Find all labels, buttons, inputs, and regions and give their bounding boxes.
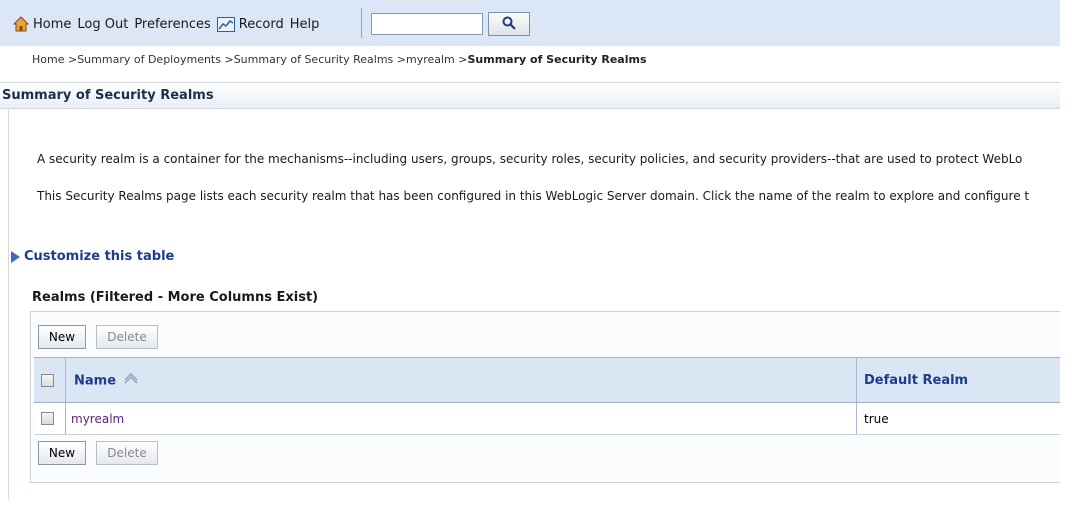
search-input[interactable] [371, 13, 483, 35]
realm-name-link[interactable]: myrealm [71, 412, 124, 426]
logout-link[interactable]: Log Out [77, 17, 128, 32]
home-icon [12, 16, 30, 32]
table-header-row: Name Default Realm [34, 357, 1060, 403]
customize-table-toggle[interactable]: Customize this table [11, 249, 175, 264]
realms-table-title: Realms (Filtered - More Columns Exist) [32, 290, 319, 305]
breadcrumb: Home >Summary of Deployments >Summary of… [32, 53, 647, 66]
column-header-default-realm[interactable]: Default Realm [864, 373, 968, 388]
column-divider [856, 403, 857, 434]
breadcrumb-deployments[interactable]: Summary of Deployments > [77, 53, 233, 66]
new-button-top[interactable]: New [38, 325, 86, 349]
new-button-bottom[interactable]: New [38, 441, 86, 465]
record-link[interactable]: Record [216, 16, 284, 32]
toolbar-links: Home Log Out Preferences Record Help [12, 13, 325, 35]
description-paragraph-1: A security realm is a container for the … [37, 152, 1023, 166]
row-checkbox[interactable] [41, 412, 54, 425]
delete-button-top[interactable]: Delete [96, 325, 158, 349]
help-link[interactable]: Help [290, 17, 320, 32]
page-title: Summary of Security Realms [2, 88, 214, 103]
search-icon [502, 15, 516, 34]
select-all-checkbox[interactable] [41, 374, 54, 387]
breadcrumb-home[interactable]: Home > [32, 53, 77, 66]
record-icon [216, 16, 235, 32]
top-toolbar: Home Log Out Preferences Record Help [0, 0, 1060, 46]
customize-table-label: Customize this table [24, 249, 175, 264]
search-button[interactable] [488, 12, 530, 36]
breadcrumb-security-realms[interactable]: Summary of Security Realms > [234, 53, 406, 66]
toolbar-divider [361, 8, 362, 38]
delete-button-bottom[interactable]: Delete [96, 441, 158, 465]
breadcrumb-myrealm[interactable]: myrealm > [406, 53, 468, 66]
preferences-link[interactable]: Preferences [134, 17, 210, 32]
description-paragraph-2: This Security Realms page lists each sec… [37, 189, 1030, 203]
sort-ascending-icon [123, 372, 139, 389]
table-row: myrealm true [34, 403, 1060, 435]
column-divider [856, 358, 857, 402]
column-divider [65, 403, 66, 434]
home-link-label: Home [33, 16, 72, 32]
page-title-bar: Summary of Security Realms [0, 82, 1060, 109]
preferences-link-label: Preferences [134, 16, 211, 32]
logout-link-label: Log Out [77, 16, 129, 32]
column-header-name-label: Name [74, 373, 117, 389]
record-link-label: Record [238, 16, 284, 32]
expand-triangle-icon [11, 250, 20, 263]
default-realm-value: true [864, 412, 889, 426]
column-divider [65, 358, 66, 402]
home-link[interactable]: Home [12, 16, 72, 32]
breadcrumb-current: Summary of Security Realms [467, 53, 647, 66]
content-left-border [8, 109, 9, 499]
column-header-name[interactable]: Name [74, 372, 139, 389]
help-link-label: Help [289, 16, 320, 32]
